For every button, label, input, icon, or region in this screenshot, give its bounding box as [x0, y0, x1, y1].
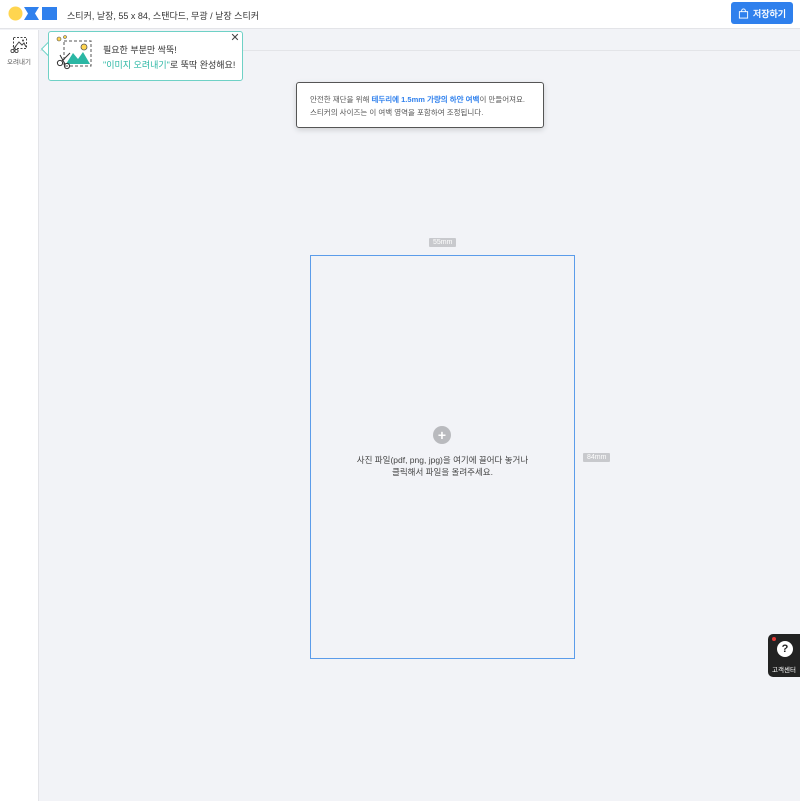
notification-dot [772, 637, 776, 641]
drop-zone-instruction-line2: 클릭해서 파일을 올려주세요. [392, 467, 493, 477]
top-bar: 스티커, 낱장, 55 x 84, 스탠다드, 무광 / 낱장 스티커 저장하기 [0, 0, 800, 29]
crop-image-icon [10, 37, 27, 54]
close-icon[interactable]: ✕ [230, 33, 240, 44]
question-icon: ? [777, 641, 793, 657]
plus-icon[interactable]: + [433, 426, 451, 444]
brand-logo-icon[interactable] [8, 6, 58, 21]
info-notice-line1: 안전한 재단을 위해 테두리에 1.5mm 가량의 하얀 여백이 만들어져요. [310, 94, 525, 105]
tooltip-highlight: "이미지 오려내기" [103, 60, 170, 70]
margin-info-notice: 안전한 재단을 위해 테두리에 1.5mm 가량의 하얀 여백이 만들어져요. … [296, 82, 544, 128]
sidebar-item-label: 오려내기 [7, 59, 31, 66]
sidebar-item-crop[interactable]: 오려내기 [0, 36, 38, 72]
shopping-bag-icon [738, 7, 749, 19]
info-notice-highlight: 테두리에 1.5mm 가량의 하얀 여백 [371, 95, 480, 104]
drop-zone-instruction-line1: 사진 파일(pdf, png, jpg)을 여기에 끌어다 놓거나 [356, 455, 529, 465]
height-dimension-label: 84mm [583, 453, 611, 462]
width-dimension-label: 55mm [429, 238, 457, 247]
tooltip-message-rest: 로 뚝딱 완성해요! [169, 60, 236, 70]
tooltip-message: "이미지 오려내기"로 뚝딱 완성해요! [103, 58, 235, 71]
image-cut-illustration-icon [56, 35, 92, 70]
tool-sidebar: 오려내기 [0, 30, 39, 801]
info-notice-line2: 스티커의 사이즈는 이 여백 영역을 포함하여 조정됩니다. [310, 108, 484, 117]
tooltip-title: 필요한 부분만 싹뚝! [103, 45, 177, 55]
info-notice-prefix: 안전한 재단을 위해 [310, 95, 372, 104]
customer-center-label: 고객센터 [772, 667, 796, 674]
save-button[interactable]: 저장하기 [731, 2, 793, 24]
document-title: 스티커, 낱장, 55 x 84, 스탠다드, 무광 / 낱장 스티커 [67, 11, 260, 21]
save-button-label: 저장하기 [752, 8, 787, 19]
info-notice-suffix: 이 만들어져요. [479, 95, 526, 104]
